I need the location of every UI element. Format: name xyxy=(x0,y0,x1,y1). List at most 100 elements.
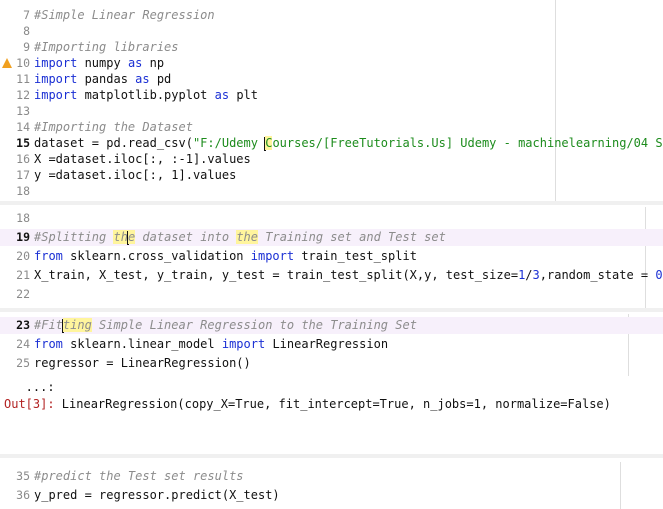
code-text: #Splitting the dataset into the Training… xyxy=(34,229,446,246)
line-number: 16 xyxy=(16,152,30,166)
code-token: X_train, X_test, y_train, y_test = train… xyxy=(34,268,519,282)
code-token: import xyxy=(34,72,78,86)
code-line[interactable]: 21 X_train, X_test, y_train, y_test = tra… xyxy=(0,267,663,284)
console-output: ...: Out[3]: LinearRegression(copy_X=Tru… xyxy=(0,376,663,434)
code-line[interactable]: 36 y_pred = regressor.predict(X_test) xyxy=(0,487,280,504)
code-text: import numpy as np xyxy=(34,55,164,72)
code-token: Training set and Test set xyxy=(258,230,446,244)
code-line[interactable]: 9 #Importing libraries xyxy=(0,39,179,56)
margin-guide xyxy=(620,462,621,509)
code-token: numpy xyxy=(77,56,128,70)
line-number: 18 xyxy=(16,184,30,198)
code-line[interactable]: 10 import numpy as np xyxy=(0,55,164,72)
code-token: #Simple Linear Regression xyxy=(34,8,215,22)
out-prompt: Out[3]: xyxy=(4,397,55,411)
code-token: #Importing the Dataset xyxy=(34,120,193,134)
code-token: X =dataset.iloc[:, :-1].values xyxy=(34,152,251,166)
code-token: dataset = pd.read_csv( xyxy=(34,136,193,150)
line-number: 36 xyxy=(16,488,30,502)
code-token: as xyxy=(214,88,230,102)
line-number: 35 xyxy=(16,469,30,483)
code-token: sklearn.cross_validation xyxy=(62,249,251,263)
code-token: from xyxy=(34,249,63,263)
code-text: #Importing libraries xyxy=(34,39,179,56)
editor-panel-3[interactable]: 23 #Fitting Simple Linear Regression to t… xyxy=(0,314,663,376)
code-line[interactable]: 20 from sklearn.cross_validation import t… xyxy=(0,248,417,265)
line-number: 11 xyxy=(16,72,30,86)
code-line[interactable]: 24 from sklearn.linear_model import Linea… xyxy=(0,336,388,353)
code-line[interactable]: 35 #predict the Test set results xyxy=(0,468,244,485)
line-number: 13 xyxy=(16,104,30,118)
code-text: y_pred = regressor.predict(X_test) xyxy=(34,487,280,504)
code-line[interactable]: 8 xyxy=(0,23,34,40)
line-number: 21 xyxy=(16,268,30,282)
code-line[interactable]: 18 xyxy=(0,210,34,227)
code-text: import pandas as pd xyxy=(34,71,171,88)
code-token: #Splitting xyxy=(34,230,114,244)
code-token: #Fit xyxy=(34,318,63,332)
code-token: 0 xyxy=(655,268,663,282)
code-token: ,random_state = xyxy=(539,268,656,282)
code-token: as xyxy=(127,56,143,70)
code-line[interactable]: 14 #Importing the Dataset xyxy=(0,119,193,136)
code-text: #Simple Linear Regression xyxy=(34,7,215,24)
code-line[interactable]: 12 import matplotlib.pyplot as plt xyxy=(0,87,258,104)
code-line[interactable]: 16 X =dataset.iloc[:, :-1].values xyxy=(0,151,251,168)
line-number: 9 xyxy=(23,40,30,54)
code-token: from xyxy=(34,337,63,351)
line-number: 23 xyxy=(16,318,30,332)
line-number: 20 xyxy=(16,249,30,263)
code-line[interactable]: 15 dataset = pd.read_csv("F:/Udemy Course… xyxy=(0,135,663,152)
code-text: dataset = pd.read_csv("F:/Udemy Courses/… xyxy=(34,135,663,152)
code-token: import xyxy=(221,337,266,351)
code-token: ting xyxy=(62,318,92,332)
code-token: np xyxy=(142,56,165,70)
code-token: Simple Linear Regression to the Training… xyxy=(91,318,417,332)
margin-guide xyxy=(645,207,646,308)
code-line[interactable]: 23 #Fitting Simple Linear Regression to t… xyxy=(0,317,663,334)
code-token: plt xyxy=(229,88,258,102)
line-number: 8 xyxy=(23,24,30,38)
warning-icon[interactable] xyxy=(2,58,12,68)
code-token: 3 xyxy=(532,268,540,282)
code-token: pd xyxy=(149,72,172,86)
code-token: LinearRegression xyxy=(265,337,389,351)
code-line[interactable]: 25 regressor = LinearRegression() xyxy=(0,355,251,372)
code-token: / xyxy=(525,268,533,282)
panel-separator xyxy=(0,308,663,312)
code-text: regressor = LinearRegression() xyxy=(34,355,251,372)
code-line[interactable]: 13 xyxy=(0,103,34,120)
code-token: as xyxy=(135,72,150,86)
editor-panel-1[interactable]: 7 #Simple Linear Regression 8 9 #Importing l… xyxy=(0,0,663,201)
line-number: 19 xyxy=(16,230,30,244)
margin-guide xyxy=(555,0,556,201)
code-token: y =dataset.iloc[:, 1].values xyxy=(34,168,237,182)
code-token: "F:/Udemy xyxy=(192,136,266,150)
code-line[interactable]: 17 y =dataset.iloc[:, 1].values xyxy=(0,167,236,184)
line-number: 7 xyxy=(23,8,30,22)
panel-separator xyxy=(0,454,663,458)
line-number: 22 xyxy=(16,287,30,301)
editor-panel-4[interactable]: 35 #predict the Test set results 36 y_pred … xyxy=(0,462,663,509)
code-line[interactable]: 22 xyxy=(0,286,34,303)
code-text: y =dataset.iloc[:, 1].values xyxy=(34,167,236,184)
code-token: dataset into xyxy=(135,230,237,244)
code-line[interactable]: 19 #Splitting the dataset into the Traini… xyxy=(0,229,663,246)
code-line[interactable]: 11 import pandas as pd xyxy=(0,71,171,88)
code-line[interactable]: 18 xyxy=(0,183,34,200)
code-text: from sklearn.linear_model import LinearR… xyxy=(34,336,388,353)
editor-panel-2[interactable]: 18 19 #Splitting the dataset into the Trai… xyxy=(0,207,663,308)
code-token: the xyxy=(236,230,259,244)
code-token: import xyxy=(250,249,295,263)
code-token: pandas xyxy=(77,72,136,86)
code-token: import xyxy=(34,56,78,70)
code-token: sklearn.linear_model xyxy=(62,337,222,351)
line-number: 18 xyxy=(16,211,30,225)
line-number: 12 xyxy=(16,88,30,102)
line-number: 24 xyxy=(16,337,30,351)
console-out-line: Out[3]: LinearRegression(copy_X=True, fi… xyxy=(4,397,611,411)
code-token: #predict the Test set results xyxy=(34,469,244,483)
code-text: #Importing the Dataset xyxy=(34,119,193,136)
code-line[interactable]: 7 #Simple Linear Regression xyxy=(0,7,215,24)
code-token: import xyxy=(34,88,78,102)
